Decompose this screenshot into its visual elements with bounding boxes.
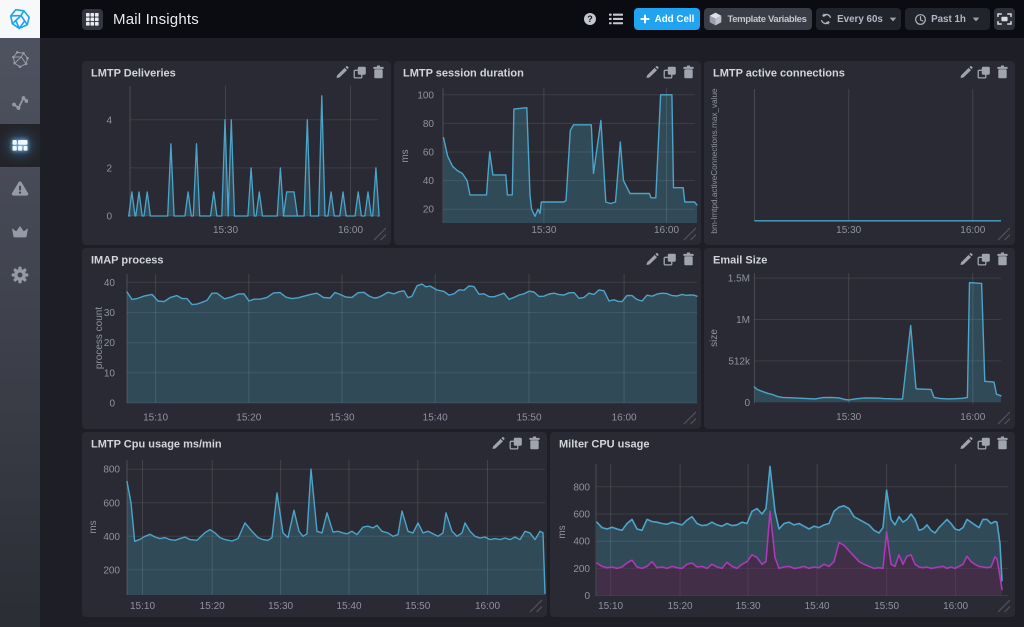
svg-text:15:20: 15:20 [668, 601, 693, 612]
svg-text:15:50: 15:50 [874, 601, 899, 612]
svg-text:IMAP process: IMAP process [91, 255, 164, 267]
svg-text:15:40: 15:40 [805, 601, 830, 612]
svg-text:15:50: 15:50 [405, 601, 430, 612]
svg-text:60: 60 [423, 148, 435, 159]
svg-text:800: 800 [573, 482, 590, 493]
svg-text:20: 20 [104, 338, 116, 349]
svg-text:15:30: 15:30 [213, 225, 238, 236]
svg-text:15:50: 15:50 [516, 413, 541, 424]
svg-text:80: 80 [423, 119, 435, 130]
svg-text:0: 0 [109, 399, 115, 410]
svg-text:1.5M: 1.5M [728, 274, 750, 285]
svg-text:15:10: 15:10 [598, 601, 623, 612]
svg-text:10: 10 [104, 368, 116, 379]
svg-text:16:00: 16:00 [943, 601, 968, 612]
svg-text:LMTP Deliveries: LMTP Deliveries [91, 68, 176, 80]
svg-text:16:00: 16:00 [960, 412, 985, 423]
svg-text:16:00: 16:00 [338, 225, 363, 236]
svg-text:ms: ms [557, 525, 568, 538]
svg-text:40: 40 [104, 278, 116, 289]
svg-text:600: 600 [103, 498, 120, 509]
svg-text:2: 2 [106, 163, 112, 174]
svg-text:Milter CPU usage: Milter CPU usage [559, 439, 649, 451]
svg-text:LMTP session duration: LMTP session duration [403, 68, 524, 80]
svg-text:?: ? [587, 14, 593, 24]
svg-text:ms: ms [88, 520, 99, 533]
svg-text:15:10: 15:10 [130, 601, 155, 612]
svg-text:15:20: 15:20 [236, 413, 261, 424]
svg-text:15:30: 15:30 [836, 225, 861, 236]
svg-text:16:00: 16:00 [612, 413, 637, 424]
svg-text:16:00: 16:00 [654, 225, 679, 236]
svg-text:15:40: 15:40 [423, 413, 448, 424]
svg-text:40: 40 [423, 176, 435, 187]
svg-text:400: 400 [573, 537, 590, 548]
svg-text:4: 4 [106, 115, 112, 126]
svg-text:100: 100 [417, 90, 434, 101]
svg-text:15:30: 15:30 [736, 601, 761, 612]
svg-text:400: 400 [103, 532, 120, 543]
svg-text:LMTP Cpu usage ms/min: LMTP Cpu usage ms/min [91, 439, 222, 451]
svg-text:bm-lmtpd.activeConnections.max: bm-lmtpd.activeConnections.max_value [710, 88, 719, 234]
svg-text:15:10: 15:10 [143, 413, 168, 424]
svg-text:ms: ms [400, 149, 411, 162]
svg-text:20: 20 [423, 205, 435, 216]
svg-text:800: 800 [103, 465, 120, 476]
svg-text:200: 200 [573, 564, 590, 575]
svg-text:30: 30 [104, 308, 116, 319]
svg-text:15:40: 15:40 [336, 601, 361, 612]
svg-text:Email Size: Email Size [713, 255, 767, 267]
svg-text:15:20: 15:20 [200, 601, 225, 612]
svg-text:15:30: 15:30 [836, 412, 861, 423]
svg-text:0: 0 [106, 212, 112, 223]
svg-text:LMTP active connections: LMTP active connections [713, 68, 845, 80]
svg-text:512k: 512k [728, 356, 751, 367]
svg-text:1M: 1M [736, 315, 750, 326]
svg-text:600: 600 [573, 510, 590, 521]
svg-text:16:00: 16:00 [475, 601, 500, 612]
svg-text:16:00: 16:00 [960, 225, 985, 236]
svg-text:15:30: 15:30 [531, 225, 556, 236]
svg-text:200: 200 [103, 565, 120, 576]
svg-text:0: 0 [744, 398, 750, 409]
svg-text:15:30: 15:30 [268, 601, 293, 612]
svg-text:process count: process count [94, 307, 105, 369]
svg-text:0: 0 [584, 591, 590, 602]
svg-text:15:30: 15:30 [329, 413, 354, 424]
svg-text:size: size [709, 329, 720, 347]
